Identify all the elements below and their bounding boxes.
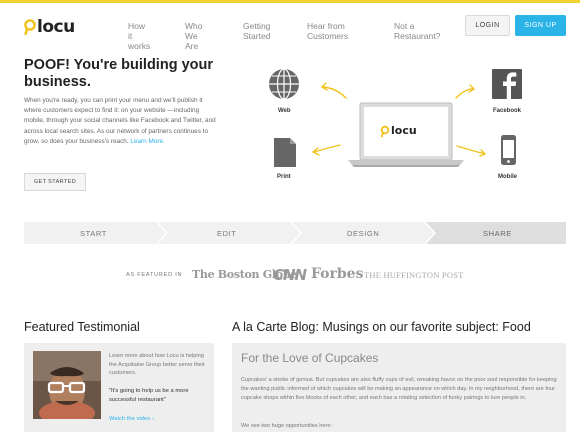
locu-logo[interactable]: locu bbox=[24, 16, 75, 38]
featured-in-label: AS FEATURED IN bbox=[126, 272, 183, 278]
screen-logo-text: locu bbox=[391, 124, 417, 137]
logo-pin-icon bbox=[24, 19, 36, 35]
get-started-button[interactable]: GET STARTED bbox=[24, 173, 86, 191]
diagram-graphic bbox=[269, 68, 522, 167]
hero-body: When you're ready, you can print your me… bbox=[24, 96, 220, 147]
steps-bar: START EDIT DESIGN SHARE bbox=[24, 222, 566, 244]
print-document-icon bbox=[274, 138, 296, 167]
watch-video-link[interactable]: Watch the video › bbox=[109, 416, 154, 422]
nav-not-a-restaurant[interactable]: Not a Restaurant? bbox=[394, 21, 440, 41]
web-globe-icon bbox=[269, 68, 299, 100]
hero-title: POOF! You're building your business. bbox=[24, 57, 213, 90]
web-label: Web bbox=[278, 108, 291, 114]
featured-in-bar: AS FEATURED IN The Boston Globe CNN Forb… bbox=[0, 265, 580, 285]
blog-post-body: Cupcakes' a stroke of genius. But cupcak… bbox=[241, 377, 557, 401]
step-design[interactable]: DESIGN bbox=[347, 229, 379, 238]
avatar-photo bbox=[33, 351, 101, 419]
blog-heading: A la Carte Blog: Musings on our favorite… bbox=[232, 320, 531, 334]
blog-card: For the Love of Cupcakes Cupcakes' a str… bbox=[232, 343, 566, 432]
login-button[interactable]: LOGIN bbox=[465, 15, 510, 36]
mobile-phone-icon bbox=[501, 135, 516, 165]
step-edit[interactable]: EDIT bbox=[217, 229, 236, 238]
testimonial-intro: Learn more about how Locu is helping the… bbox=[109, 353, 205, 377]
logo-text: locu bbox=[37, 17, 75, 37]
forbes-logo: Forbes bbox=[311, 266, 364, 282]
blog-post-title[interactable]: For the Love of Cupcakes bbox=[241, 351, 378, 365]
facebook-label: Facebook bbox=[493, 108, 522, 114]
hero-body-text: When you're ready, you can print your me… bbox=[24, 97, 216, 145]
step-share[interactable]: SHARE bbox=[483, 229, 512, 238]
print-label: Print bbox=[277, 174, 291, 180]
nav-how-it-works[interactable]: How it works bbox=[128, 21, 150, 51]
step-start[interactable]: START bbox=[80, 229, 107, 238]
nav-hear-from-customers[interactable]: Hear from Customers bbox=[307, 21, 348, 41]
blog-post-body-continued: We see two huge opportunities here: bbox=[241, 423, 333, 429]
testimonial-avatar bbox=[33, 351, 101, 419]
testimonial-quote: "It's going to help us be a more success… bbox=[109, 388, 189, 403]
top-accent-bar bbox=[0, 0, 580, 3]
cnn-logo: CNN bbox=[273, 266, 307, 284]
testimonial-card: Learn more about how Locu is helping the… bbox=[24, 343, 214, 432]
publishing-diagram: Web Facebook Print Mobile locu bbox=[260, 60, 580, 195]
signup-button[interactable]: SIGN UP bbox=[515, 15, 566, 36]
testimonial-heading: Featured Testimonial bbox=[24, 320, 140, 334]
facebook-icon bbox=[492, 69, 522, 99]
nav-who-we-are[interactable]: Who We Are bbox=[185, 21, 202, 51]
learn-more-link[interactable]: Learn More. bbox=[130, 138, 164, 145]
nav-getting-started[interactable]: Getting Started bbox=[243, 21, 270, 41]
mobile-label: Mobile bbox=[498, 174, 517, 180]
huffington-post-logo: THE HUFFINGTON POST bbox=[364, 270, 464, 280]
